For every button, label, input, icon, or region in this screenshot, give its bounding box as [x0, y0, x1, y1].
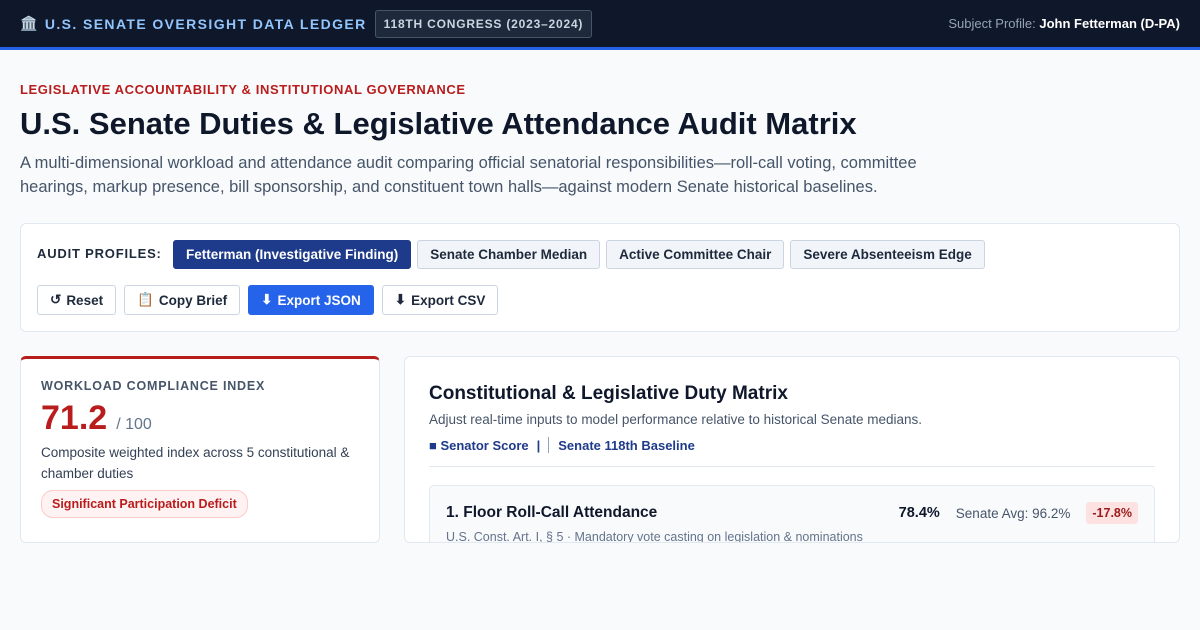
duty-row-header: 1. Floor Roll-Call Attendance 78.4% Sena…	[446, 502, 1138, 524]
subject-label: Subject Profile:	[948, 16, 1036, 31]
controls-panel: AUDIT PROFILES: Fetterman (Investigative…	[20, 223, 1180, 332]
matrix-title: Constitutional & Legislative Duty Matrix	[429, 383, 788, 404]
action-buttons: ↺ Reset 📋 Copy Brief ⬇ Export JSON ⬇ Exp…	[37, 285, 499, 315]
compliance-index-card: WORKLOAD COMPLIANCE INDEX 71.2 / 100 Com…	[20, 356, 380, 543]
brand-title: U.S. SENATE OVERSIGHT DATA LEDGER	[44, 15, 367, 32]
legend-baseline: Senate 118th Baseline	[558, 437, 695, 453]
download-icon: ⬇	[394, 292, 407, 307]
legend-senator-score: ■ Senator Score	[429, 437, 529, 453]
profile-chamber-median-button[interactable]: Senate Chamber Median	[417, 240, 601, 269]
duty-row: 1. Floor Roll-Call Attendance 78.4% Sena…	[429, 485, 1155, 543]
profiles-label: AUDIT PROFILES:	[37, 246, 162, 261]
page-title: U.S. Senate Duties & Legislative Attenda…	[20, 106, 857, 141]
profile-absenteeism-button[interactable]: Severe Absenteeism Edge	[790, 240, 985, 269]
legend-separator: |	[536, 437, 541, 453]
matrix-subtitle: Adjust real-time inputs to model perform…	[429, 412, 922, 427]
congress-badge: 118TH CONGRESS (2023–2024)	[374, 9, 593, 38]
page-kicker: LEGISLATIVE ACCOUNTABILITY & INSTITUTION…	[20, 82, 466, 97]
index-score-value: 71.2	[41, 399, 108, 437]
duty-score: 78.4%	[898, 505, 940, 521]
status-badge: Significant Participation Deficit	[41, 490, 248, 518]
subject-profile: Subject Profile: John Fetterman (D-PA)	[948, 16, 1180, 31]
baseline-marker-icon	[548, 437, 550, 453]
duty-name: 1. Floor Roll-Call Attendance	[446, 504, 658, 521]
top-bar: 🏛️ U.S. SENATE OVERSIGHT DATA LEDGER 118…	[0, 0, 1200, 50]
export-csv-button[interactable]: ⬇ Export CSV	[381, 285, 499, 315]
reset-label: Reset	[66, 292, 104, 308]
export-json-label: Export JSON	[277, 292, 361, 308]
profile-committee-chair-button[interactable]: Active Committee Chair	[606, 240, 785, 269]
duty-matrix-panel: Constitutional & Legislative Duty Matrix…	[404, 356, 1180, 543]
duty-delta-badge: -17.8%	[1086, 502, 1138, 524]
download-icon: ⬇	[261, 292, 273, 307]
index-score: 71.2 / 100	[41, 399, 359, 438]
subject-name: John Fetterman (D-PA)	[1039, 16, 1180, 31]
copy-brief-button[interactable]: 📋 Copy Brief	[124, 285, 241, 315]
index-description: Composite weighted index across 5 consti…	[41, 445, 350, 481]
clipboard-icon: 📋	[137, 292, 154, 307]
export-json-button[interactable]: ⬇ Export JSON	[248, 285, 374, 315]
index-score-max: / 100	[116, 416, 152, 433]
profile-fetterman-button[interactable]: Fetterman (Investigative Finding)	[173, 240, 412, 269]
duty-senate-avg: Senate Avg: 96.2%	[955, 505, 1071, 521]
export-csv-label: Export CSV	[411, 292, 486, 308]
index-label: WORKLOAD COMPLIANCE INDEX	[41, 379, 266, 393]
matrix-legend: ■ Senator Score | Senate 118th Baseline	[429, 437, 1155, 467]
profile-buttons: Fetterman (Investigative Finding) Senate…	[173, 240, 985, 269]
copy-brief-label: Copy Brief	[158, 292, 228, 308]
reset-icon: ↺	[50, 292, 62, 307]
page-description: A multi-dimensional workload and attenda…	[20, 154, 917, 196]
reset-button[interactable]: ↺ Reset	[37, 285, 117, 315]
duty-note: U.S. Const. Art. I, § 5 · Mandatory vote…	[446, 530, 863, 543]
brand: 🏛️ U.S. SENATE OVERSIGHT DATA LEDGER	[20, 15, 367, 32]
capitol-icon: 🏛️	[20, 15, 39, 31]
